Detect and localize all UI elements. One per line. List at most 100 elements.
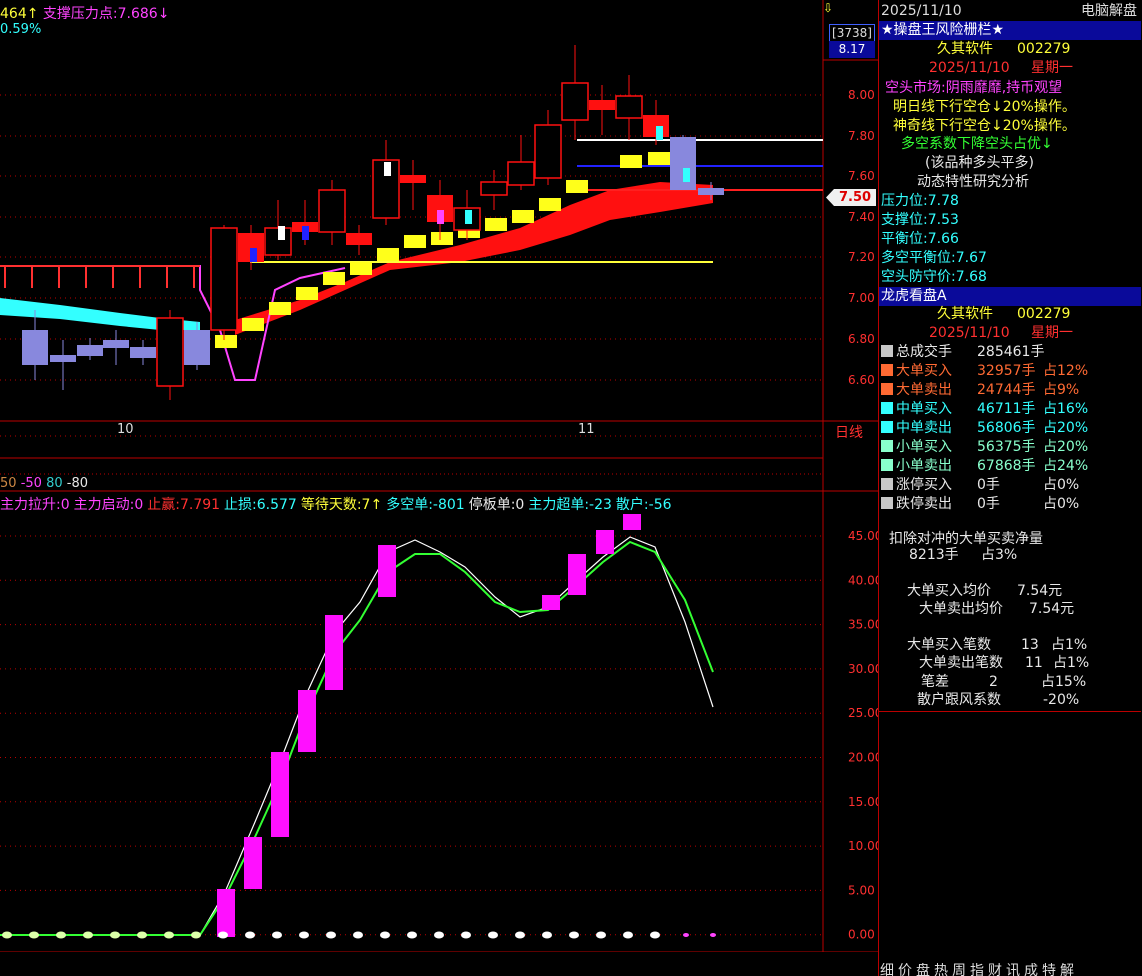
indicator-dot	[29, 931, 39, 939]
flow-pct: 占20%	[1043, 439, 1089, 455]
flow-row: 大单买入 32957手 占12%	[881, 362, 1141, 381]
flow-value: 285461手	[977, 344, 1045, 360]
stock-date-row-1: 2025/11/10 星期一	[929, 60, 1073, 76]
candle-body	[184, 330, 210, 365]
sidebar-title-right[interactable]: 电脑解盘	[1081, 2, 1137, 21]
flow-label: 总成交手	[896, 344, 952, 360]
flow-value: 46711手	[977, 401, 1036, 417]
yellow-step	[269, 302, 291, 315]
price-axis-label: 6.80	[848, 332, 875, 346]
indicator-axis-label: 10.00	[848, 839, 878, 853]
bottom-tab-bar[interactable]: 细价盘热周指财讯成特解	[880, 963, 1142, 976]
indicator-chart[interactable]: 45.00 40.00 35.00 30.00 25.00 20.00 15.00 10.00…	[0, 492, 882, 953]
level-value: 7.68	[955, 269, 987, 285]
flow-value: 0手	[977, 477, 1000, 493]
section-longhu-title[interactable]: 龙虎看盘A	[879, 287, 1141, 306]
signal-marker	[683, 168, 690, 182]
flow-color-square	[881, 345, 893, 357]
indicator-dot	[569, 931, 579, 939]
yellow-step	[431, 232, 453, 245]
price-axis-label: 7.20	[848, 250, 875, 264]
flow-color-square	[881, 364, 893, 376]
flow-row: 中单买入 46711手 占16%	[881, 400, 1141, 419]
bottom-tab[interactable]: 财	[988, 964, 1002, 976]
max-price-label: 8.17	[829, 41, 875, 58]
risk-line: 空头市场:阴雨靡靡,持币观望	[885, 80, 1063, 96]
pin-icon[interactable]: ⇩	[822, 1, 834, 15]
indicator-dot	[650, 931, 660, 939]
price-panel[interactable]: 8.00 7.80 7.60 7.40 7.20 7.00 6.80 6.60	[0, 0, 878, 440]
indicator-bar	[623, 514, 641, 530]
indicator-bar	[542, 595, 560, 610]
candle-body	[346, 233, 372, 245]
risk-line: (该品种多头平多)	[925, 155, 1034, 171]
risk-line: 多空系数下降空头占优↓	[901, 136, 1053, 152]
indicator-bar	[244, 837, 262, 889]
flow-color-square	[881, 440, 893, 452]
indicator-dot	[56, 931, 66, 939]
indicator-dot	[164, 931, 174, 939]
yellow-step	[323, 272, 345, 285]
indicator-axis-label: 35.00	[848, 618, 878, 632]
indicator-dot	[542, 931, 552, 939]
flow-pct: 占20%	[1043, 420, 1089, 436]
sidebar: 2025/11/10 电脑解盘 ★操盘王风险栅栏★ 久其软件 002279 20…	[878, 0, 1142, 976]
bottom-tab[interactable]: 特	[1042, 964, 1056, 976]
indicator-dot	[326, 931, 336, 939]
candle-body	[50, 355, 76, 362]
price-level-row: 支撑位:7.53	[879, 211, 1141, 230]
yellow-step	[566, 180, 588, 193]
indicator-dot	[218, 931, 228, 939]
bottom-tab[interactable]: 成	[1024, 964, 1038, 976]
candle-body	[534, 124, 562, 179]
indicator-dot	[407, 931, 417, 939]
level-label: 压力位:	[881, 193, 928, 209]
vol-v4: -80	[66, 476, 88, 491]
vol-v2: -50	[20, 476, 42, 491]
bottom-tab[interactable]: 指	[970, 964, 984, 976]
flow-label: 跌停卖出	[896, 496, 952, 512]
date-label-10: 10	[117, 422, 134, 437]
bottom-tab[interactable]: 热	[934, 964, 948, 976]
stock-info-row-1: 久其软件 002279	[937, 41, 1071, 57]
flow-row: 小单卖出 67868手 占24%	[881, 457, 1141, 476]
indicator-dot	[515, 931, 525, 939]
bottom-tab[interactable]: 盘	[916, 964, 930, 976]
stock-info-row-2: 久其软件 002279	[937, 306, 1071, 322]
indicator-dot	[137, 931, 147, 939]
change-pct: 0.59%	[0, 22, 42, 37]
date-label-11: 11	[578, 422, 595, 437]
retail-row: 散户跟风系数 -20%	[917, 692, 1080, 708]
level-value: 7.66	[927, 231, 959, 247]
flow-label: 小单卖出	[896, 458, 952, 474]
indicator-dot	[2, 931, 12, 939]
bottom-tab[interactable]: 周	[952, 964, 966, 976]
price-level-row: 空头防守价:7.68	[879, 268, 1141, 287]
candle-body	[507, 161, 535, 186]
bottom-tab[interactable]: 细	[880, 964, 894, 976]
indicator-bar	[217, 889, 235, 937]
bottom-tab[interactable]: 讯	[1006, 964, 1020, 976]
indicator-bar	[298, 690, 316, 752]
bottom-tab[interactable]: 价	[898, 964, 912, 976]
candlestick-chart[interactable]: 8.00 7.80 7.60 7.40 7.20 7.00 6.80 6.60	[0, 0, 878, 440]
flow-color-square	[881, 478, 893, 490]
section-risk-fence-title[interactable]: ★操盘王风险栅栏★	[879, 21, 1141, 40]
diff-row: 笔差 2 占15%	[921, 674, 1087, 690]
indicator-white-line	[0, 536, 714, 936]
signal-marker	[384, 162, 391, 176]
period-label[interactable]: 日线	[835, 422, 863, 442]
flow-value: 24744手	[977, 382, 1036, 398]
signal-marker	[302, 226, 309, 240]
price-axis-label: 7.00	[848, 291, 875, 305]
volume-strip	[0, 440, 878, 492]
signal-marker	[465, 210, 472, 224]
flow-pct: 占12%	[1043, 363, 1089, 379]
price-level-row: 平衡位:7.66	[879, 230, 1141, 249]
flow-color-square	[881, 402, 893, 414]
bottom-tab[interactable]: 解	[1060, 964, 1074, 976]
indicator-panel[interactable]: 45.00 40.00 35.00 30.00 25.00 20.00 15.00 10.00…	[0, 492, 882, 953]
flow-color-square	[881, 421, 893, 433]
candle-body	[615, 95, 643, 119]
net-row: 8213手 占3%	[909, 547, 1018, 563]
